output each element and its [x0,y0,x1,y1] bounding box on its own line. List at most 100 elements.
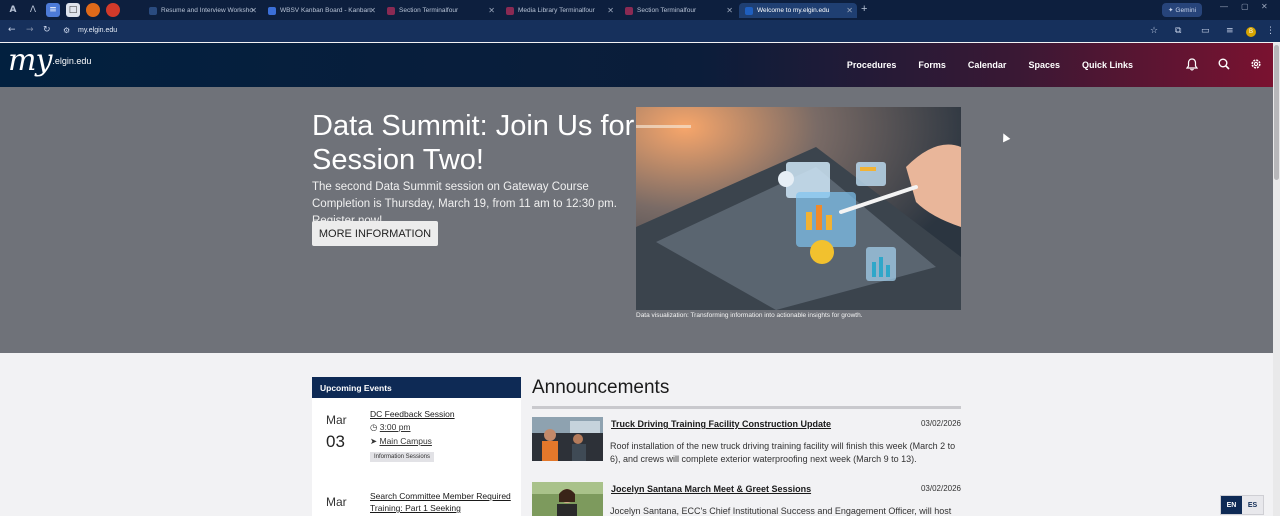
browser-tab[interactable]: Section Terminalfour ✕ [381,3,499,18]
nav-procedures[interactable]: Procedures [847,60,897,70]
browser-tab-active[interactable]: Welcome to my.elgin.edu ✕ [739,3,857,18]
tab-favicon-icon [745,6,753,15]
announcements-heading: Announcements [532,377,670,398]
announcement-body: Jocelyn Santana, ECC's Chief Institution… [610,506,952,516]
notifications-bell-icon[interactable] [1185,58,1199,74]
events-heading: Upcoming Events [312,377,521,398]
tab-title: Resume and Interview Worksho [161,7,254,14]
site-info-icon[interactable]: ⚙ [63,26,70,35]
address-bar [0,20,1280,42]
tab-close-icon[interactable]: ✕ [488,6,495,15]
tab-title: Section Terminalfour [399,7,459,14]
language-en-button[interactable]: EN [1221,496,1242,514]
logo-domain: .elgin.edu [52,56,92,66]
nav-quick-links[interactable]: Quick Links [1082,60,1133,70]
announcement-item: Truck Driving Training Facility Construc… [532,417,961,467]
forward-icon[interactable]: → [26,25,34,35]
reload-icon[interactable]: ↻ [43,25,51,35]
pinned-tab-a-icon[interactable]: A [6,3,20,17]
tab-close-icon[interactable]: ✕ [607,6,614,15]
nav-forms[interactable]: Forms [918,60,946,70]
tab-title: Section Terminalfour [637,7,697,14]
new-tab-icon[interactable]: + [861,3,867,15]
announcement-body: Roof installation of the new truck drivi… [610,441,956,464]
browser-tab[interactable]: Media Library Terminalfour ✕ [500,3,618,18]
event-month: Mar [326,495,347,509]
tab-title: WBSV Kanban Board - Kanban [280,7,371,14]
more-information-button[interactable]: MORE INFORMATION [312,221,438,246]
announcements-divider [532,406,961,409]
tab-close-icon[interactable]: ✕ [846,6,853,15]
event-time-link[interactable]: 3:00 pm [380,422,411,432]
main-navigation: Procedures Forms Calendar Spaces Quick L… [847,43,1273,87]
hero-title: Data Summit: Join Us for Session Two! [312,110,635,176]
pinned-tab-firefox-icon[interactable] [86,3,100,17]
close-window-icon[interactable]: ✕ [1261,2,1268,11]
tab-title: Welcome to my.elgin.edu [757,7,830,14]
page-scrollbar-thumb[interactable] [1274,45,1279,180]
event-title-link[interactable]: DC Feedback Session [370,408,515,420]
extensions-icon[interactable]: ⧉ [1175,26,1181,36]
browser-menu-icon[interactable]: ⋮ [1266,26,1275,36]
pinned-tab-chrome-icon[interactable] [106,3,120,17]
event-location-link[interactable]: Main Campus [380,436,432,446]
pinned-tab-app-icon[interactable]: □ [66,3,80,17]
bookmark-star-icon[interactable]: ☆ [1150,26,1158,36]
event-title-link[interactable]: Search Committee Member Required Trainin… [370,490,515,514]
tab-favicon-icon [149,6,157,15]
browser-tab[interactable]: Resume and Interview Worksho ✕ [143,3,261,18]
search-icon[interactable] [1218,58,1230,73]
language-switcher: EN ES [1220,495,1264,515]
hero-image[interactable] [636,107,961,310]
clock-icon: ◷ [370,423,378,433]
tab-favicon-icon [387,6,395,15]
pinned-tab-docs-icon[interactable]: ≡ [46,3,60,17]
gemini-icon: ✦ [1167,7,1174,14]
announcement-thumbnail[interactable] [532,482,603,516]
event-day: 03 [326,432,345,451]
gemini-button[interactable]: ✦ Gemini [1162,3,1202,17]
tab-close-icon[interactable]: ✕ [250,6,257,15]
hero-banner: Data Summit: Join Us for Session Two! Th… [0,87,1273,353]
hero-image-caption: Data visualization: Transforming informa… [636,312,863,319]
location-arrow-icon: ➤ [370,437,378,447]
tab-search-icon[interactable]: ≡ [1226,26,1234,36]
event-item: Mar Search Committee Member Required Tra… [312,485,521,516]
settings-gear-icon[interactable] [1250,58,1262,73]
event-month: Mar [326,413,347,427]
restore-icon[interactable]: ▢ [1241,2,1249,11]
back-icon[interactable]: ← [8,25,16,35]
profile-avatar[interactable]: B [1246,27,1256,37]
media-icon[interactable]: ▭ [1201,26,1210,36]
tab-close-icon[interactable]: ✕ [726,6,733,15]
event-time-row: ◷ 3:00 pm [370,422,411,433]
mouse-cursor-icon [999,131,1011,143]
tab-favicon-icon [625,6,633,15]
announcement-item: Jocelyn Santana March Meet & Greet Sessi… [532,482,961,516]
nav-spaces[interactable]: Spaces [1028,60,1060,70]
tab-close-icon[interactable]: ✕ [369,6,376,15]
tab-favicon-icon [268,6,276,15]
tab-favicon-icon [506,6,514,15]
nav-calendar[interactable]: Calendar [968,60,1007,70]
event-item: Mar 03 DC Feedback Session ◷ 3:00 pm ➤ M… [312,398,521,488]
announcement-date: 03/02/2026 [920,484,961,493]
site-header: my .elgin.edu Procedures Forms Calendar … [0,43,1273,87]
language-es-button[interactable]: ES [1242,496,1263,514]
tab-title: Media Library Terminalfour [518,7,595,14]
upcoming-events-panel: Upcoming Events Mar 03 DC Feedback Sessi… [312,377,521,516]
site-logo[interactable]: my .elgin.edu [8,46,91,76]
event-category-tag[interactable]: Information Sessions [370,452,435,462]
announcement-thumbnail[interactable] [532,417,603,461]
logo-my: my [8,43,52,78]
browser-tab[interactable]: WBSV Kanban Board - Kanban ✕ [262,3,380,18]
announcement-title-link[interactable]: Truck Driving Training Facility Construc… [611,419,831,429]
announcement-title-link[interactable]: Jocelyn Santana March Meet & Greet Sessi… [611,484,811,494]
event-location-row: ➤ Main Campus [370,436,432,447]
pinned-tab-a2-icon[interactable]: Λ [26,3,40,17]
browser-tab[interactable]: Section Terminalfour ✕ [619,3,737,18]
gemini-label: Gemini [1175,6,1197,14]
minimize-icon[interactable]: — [1220,2,1228,11]
announcement-date: 03/02/2026 [920,419,961,428]
url-field[interactable]: my.elgin.edu [78,27,117,34]
